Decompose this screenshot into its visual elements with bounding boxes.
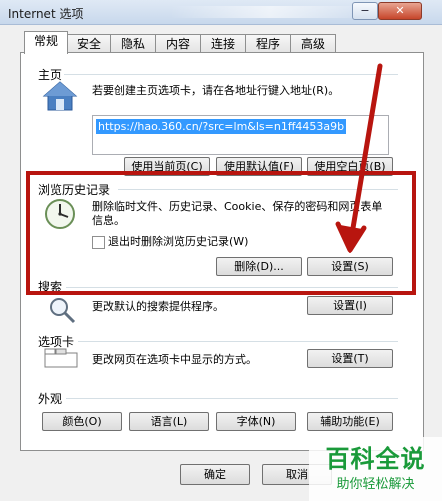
watermark: 百科全说 助你轻松解决 xyxy=(309,437,442,501)
tab-general[interactable]: 常规 xyxy=(24,31,68,54)
annotation-arrow xyxy=(335,63,383,253)
watermark-title: 百科全说 xyxy=(325,445,426,473)
watermark-subtitle: 助你轻松解决 xyxy=(336,477,415,492)
